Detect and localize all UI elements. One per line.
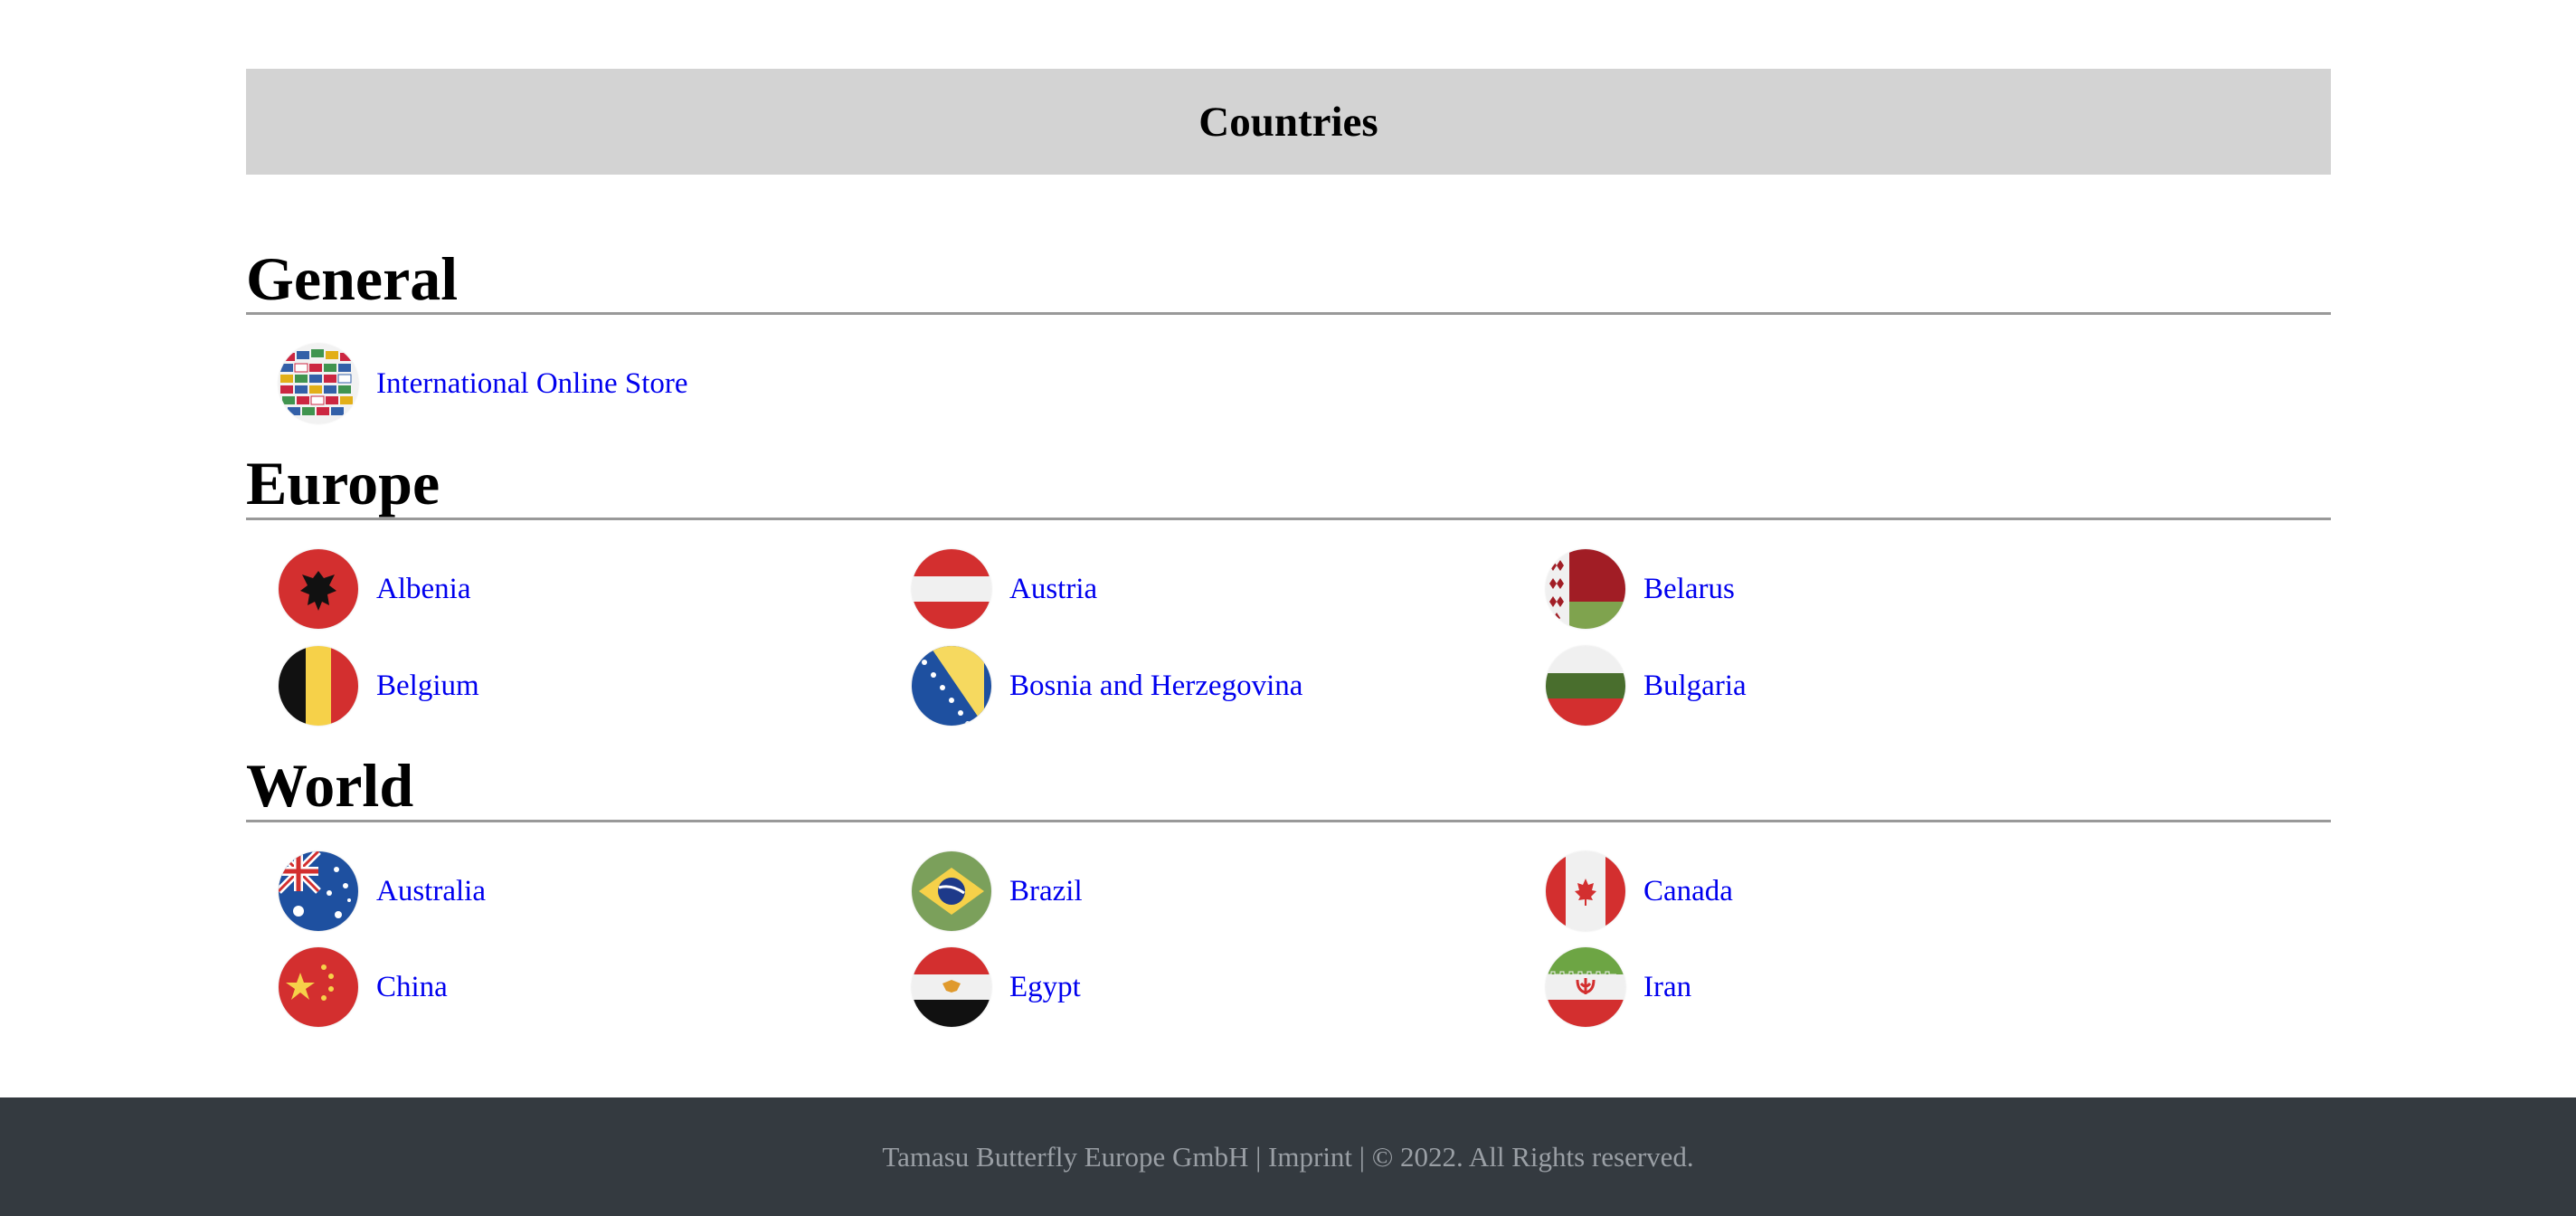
belgium-link[interactable]: Belgium [376,670,479,703]
section-divider [246,312,2331,315]
iran-link[interactable]: Iran [1643,971,1691,1004]
list-item-international-store[interactable]: International Online Store [279,344,688,423]
list-item-belgium[interactable]: Belgium [279,646,479,726]
egypt-link[interactable]: Egypt [1009,971,1081,1004]
belgium-flag-icon [279,646,358,726]
list-item-belarus[interactable]: Belarus [1546,549,1735,629]
brazil-flag-icon [912,851,991,931]
albania-flag-icon [279,549,358,629]
bulgaria-link[interactable]: Bulgaria [1643,670,1747,703]
albania-link[interactable]: Albenia [376,573,470,606]
list-item-australia[interactable]: Australia [279,851,486,931]
section-title-europe: Europe [246,449,440,518]
austria-flag-icon [912,549,991,629]
page-title: Countries [1198,98,1378,146]
egypt-flag-icon [912,947,991,1027]
canada-link[interactable]: Canada [1643,875,1733,908]
section-divider [246,518,2331,520]
page-header: Countries [246,69,2331,175]
section-title-world: World [246,751,414,820]
globe-flags-icon [279,344,358,423]
international-store-link[interactable]: International Online Store [376,367,688,401]
section-title-general: General [246,244,459,313]
list-item-egypt[interactable]: Egypt [912,947,1081,1027]
page-footer: Tamasu Butterfly Europe GmbH | Imprint |… [0,1097,2576,1216]
bosnia-flag-icon [912,646,991,726]
list-item-china[interactable]: China [279,947,448,1027]
list-item-iran[interactable]: Iran [1546,947,1691,1027]
australia-flag-icon [279,851,358,931]
list-item-canada[interactable]: Canada [1546,851,1733,931]
list-item-austria[interactable]: Austria [912,549,1097,629]
list-item-bulgaria[interactable]: Bulgaria [1546,646,1747,726]
china-link[interactable]: China [376,971,448,1004]
section-divider [246,820,2331,822]
iran-flag-icon [1546,947,1625,1027]
austria-link[interactable]: Austria [1009,573,1097,606]
bulgaria-flag-icon [1546,646,1625,726]
canada-flag-icon [1546,851,1625,931]
belarus-flag-icon [1546,549,1625,629]
china-flag-icon [279,947,358,1027]
list-item-brazil[interactable]: Brazil [912,851,1083,931]
list-item-albania[interactable]: Albenia [279,549,470,629]
belarus-link[interactable]: Belarus [1643,573,1735,606]
australia-link[interactable]: Australia [376,875,486,908]
list-item-bosnia[interactable]: Bosnia and Herzegovina [912,646,1302,726]
brazil-link[interactable]: Brazil [1009,875,1083,908]
footer-text: Tamasu Butterfly Europe GmbH | Imprint |… [882,1140,1694,1173]
bosnia-link[interactable]: Bosnia and Herzegovina [1009,670,1302,703]
